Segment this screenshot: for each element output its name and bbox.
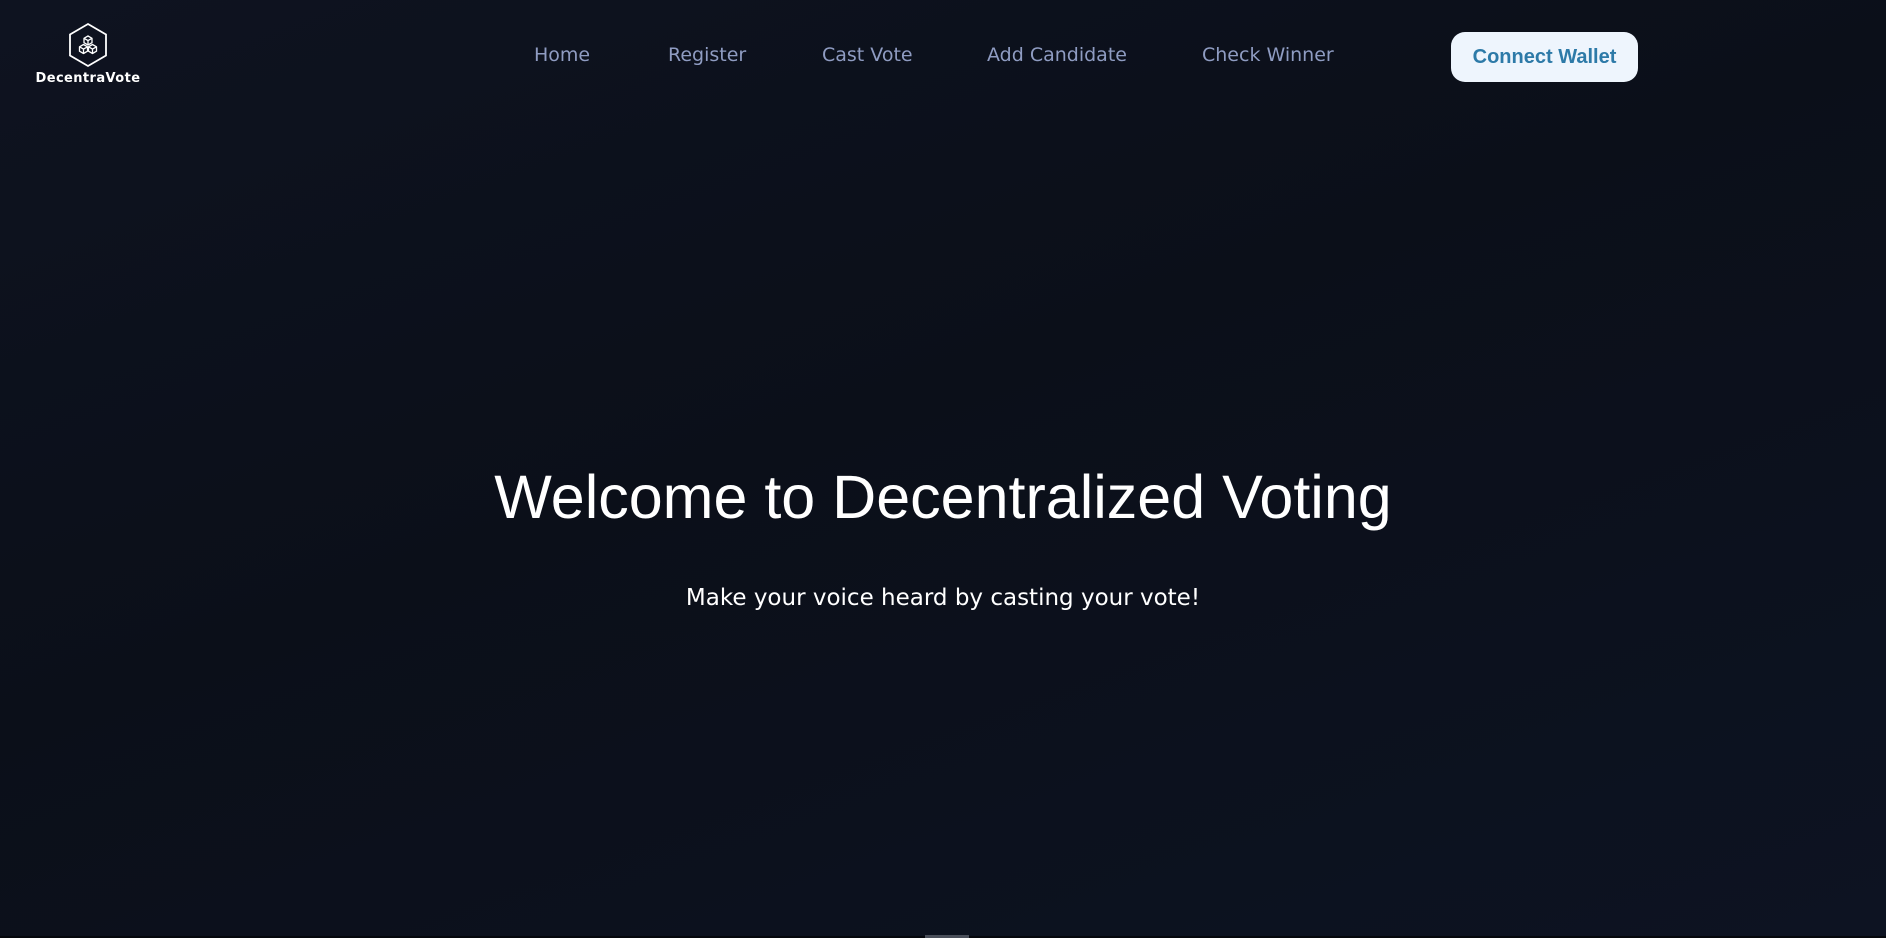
brand-name: DecentraVote [35,71,141,86]
nav-item-home[interactable]: Home [534,44,590,66]
nav-item-cast-vote[interactable]: Cast Vote [822,44,913,66]
nav-item-check-winner[interactable]: Check Winner [1202,44,1334,66]
connect-wallet-button[interactable]: Connect Wallet [1451,32,1638,82]
hero-title: Welcome to Decentralized Voting [494,463,1392,531]
hero-subtitle: Make your voice heard by casting your vo… [685,585,1201,611]
nav-item-register[interactable]: Register [668,44,746,66]
nav-item-add-candidate[interactable]: Add Candidate [987,44,1127,66]
